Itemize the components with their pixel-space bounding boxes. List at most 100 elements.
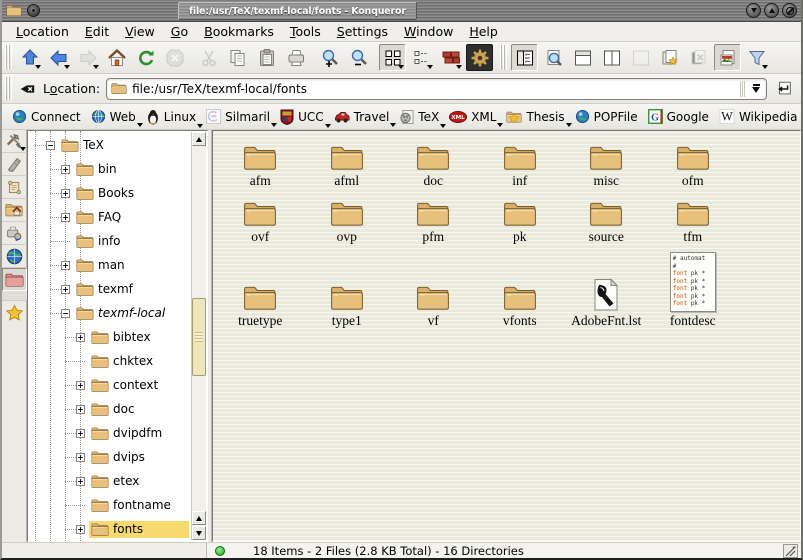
sidebar-tab-home[interactable]	[2, 199, 27, 222]
sidebar-tab-marker[interactable]	[2, 153, 27, 176]
menu-settings[interactable]: Settings	[329, 23, 396, 40]
expand-expander[interactable]: +	[61, 261, 70, 270]
file-item-afm[interactable]: afm	[217, 135, 304, 191]
brick-view-button[interactable]	[437, 44, 464, 71]
image-preview-button[interactable]	[714, 44, 741, 71]
tree-row-doc[interactable]: + doc	[28, 397, 207, 421]
file-item-vf[interactable]: vf	[390, 247, 477, 331]
home-button[interactable]	[103, 44, 130, 71]
menu-view[interactable]: View	[117, 23, 163, 40]
print-button[interactable]	[282, 44, 309, 71]
file-item-doc[interactable]: doc	[390, 135, 477, 191]
file-item-fontdesc[interactable]: # automat # font pk * font pk * font pk …	[650, 247, 737, 331]
title-bar[interactable]: file:/usr/TeX/texmf-local/fonts - Konque…	[2, 0, 801, 22]
file-item-tfm[interactable]: tfm	[650, 191, 737, 247]
extra-toolbar-drag-handle[interactable]	[500, 45, 507, 70]
reload-button[interactable]	[132, 44, 159, 71]
resize-grip[interactable]	[783, 544, 798, 558]
tree-row-fonts[interactable]: + fonts	[28, 517, 207, 541]
maximize-button[interactable]	[764, 3, 779, 18]
go-button[interactable]	[773, 78, 795, 100]
bookmark-tex[interactable]: TeX	[395, 107, 445, 127]
tree-row-texmf[interactable]: + texmf	[28, 277, 207, 301]
toolbar-drag-handle[interactable]	[5, 45, 12, 70]
gear-button[interactable]	[466, 44, 493, 71]
file-item-ovp[interactable]: ovp	[304, 191, 391, 247]
tree-row-bin[interactable]: + bin	[28, 157, 207, 181]
find-file-button[interactable]	[540, 44, 567, 71]
file-item-type1[interactable]: type1	[304, 247, 391, 331]
scroll-up-button[interactable]	[192, 132, 206, 146]
tree-row-faq[interactable]: + FAQ	[28, 205, 207, 229]
minimize-button[interactable]	[746, 3, 761, 18]
expand-expander[interactable]: +	[76, 453, 85, 462]
bookmark-xml[interactable]: XML XML	[445, 108, 502, 126]
tree-row-info[interactable]: info	[28, 229, 207, 253]
sidebar-tab-network[interactable]	[2, 245, 27, 268]
show-sidebar-button[interactable]	[511, 44, 538, 71]
file-item-pfm[interactable]: pfm	[390, 191, 477, 247]
expand-expander[interactable]: +	[76, 429, 85, 438]
location-dropdown-button[interactable]	[746, 79, 766, 99]
close-button[interactable]	[782, 3, 797, 18]
tree-row-etex[interactable]: + etex	[28, 469, 207, 493]
expand-expander[interactable]: +	[76, 381, 85, 390]
sidebar-tab-services[interactable]	[2, 222, 27, 245]
split-view-left-right-button[interactable]	[598, 44, 625, 71]
clear-location-button[interactable]	[16, 78, 38, 100]
bookmark-linux[interactable]: Linux	[142, 107, 202, 127]
expand-expander[interactable]: +	[61, 165, 70, 174]
file-item-pk[interactable]: pk	[477, 191, 564, 247]
zoom-in-button[interactable]	[316, 44, 343, 71]
icon-view-button[interactable]	[379, 44, 406, 71]
bookmark-popfile[interactable]: POPFile	[571, 107, 644, 126]
tree-row-bibtex[interactable]: + bibtex	[28, 325, 207, 349]
scrollbar-thumb[interactable]	[192, 298, 206, 376]
sidebar-tab-root-folder[interactable]	[2, 268, 27, 291]
expand-expander[interactable]: +	[76, 525, 85, 534]
expand-expander[interactable]: +	[61, 213, 70, 222]
location-input[interactable]: file:/usr/TeX/texmf-local/fonts	[106, 78, 767, 100]
zoom-out-button[interactable]	[345, 44, 372, 71]
file-item-vfonts[interactable]: vfonts	[477, 247, 564, 331]
expand-expander[interactable]: +	[76, 477, 85, 486]
sidebar-tab-bookmarks[interactable]	[2, 301, 27, 324]
collapse-expander[interactable]: −	[61, 309, 70, 318]
tree-row-fontname[interactable]: fontname	[28, 493, 207, 517]
menu-location[interactable]: Location	[8, 23, 77, 40]
scroll-down-button[interactable]	[192, 526, 206, 540]
expand-expander[interactable]: +	[76, 405, 85, 414]
new-tab-button[interactable]	[656, 44, 683, 71]
bookmark-silmaril[interactable]: Silmaril	[202, 107, 276, 126]
expand-expander[interactable]: +	[61, 189, 70, 198]
bookmark-ucc[interactable]: UCC	[276, 107, 330, 127]
file-item-truetype[interactable]: truetype	[217, 247, 304, 331]
bookmark-connect[interactable]: Connect	[8, 107, 87, 126]
file-item-afml[interactable]: afml	[304, 135, 391, 191]
up-button[interactable]	[16, 44, 43, 71]
location-toolbar-drag-handle[interactable]	[5, 77, 12, 100]
back-button[interactable]	[45, 44, 72, 71]
tree-row-texmf-local[interactable]: − texmf-local	[28, 301, 207, 325]
menu-edit[interactable]: Edit	[77, 23, 117, 40]
multicolumn-view-button[interactable]	[408, 44, 435, 71]
file-icon-view[interactable]: afm afml doc inf misc ofm ovf ovp pfm pk…	[212, 130, 801, 542]
menu-go[interactable]: Go	[163, 23, 196, 40]
filter-button[interactable]	[743, 44, 770, 71]
expand-expander[interactable]: +	[76, 333, 85, 342]
bookmark-google[interactable]: G Google	[644, 107, 715, 126]
tree-row-dvipdfm[interactable]: + dvipdfm	[28, 421, 207, 445]
tree-row-books[interactable]: + Books	[28, 181, 207, 205]
file-item-source[interactable]: source	[563, 191, 650, 247]
scroll-up-button-2[interactable]	[192, 511, 206, 525]
location-value[interactable]: file:/usr/TeX/texmf-local/fonts	[132, 82, 307, 96]
tree-row-man[interactable]: + man	[28, 253, 207, 277]
selected-tree-item[interactable]: fonts	[89, 521, 189, 538]
menu-bookmarks[interactable]: Bookmarks	[196, 23, 282, 40]
file-item-ofm[interactable]: ofm	[650, 135, 737, 191]
split-view-top-bottom-button[interactable]	[569, 44, 596, 71]
tree-row-tex[interactable]: − TeX	[28, 133, 207, 157]
bookmark-travel[interactable]: Travel	[330, 108, 396, 126]
tree-row-chktex[interactable]: chktex	[28, 349, 207, 373]
bookmark-thesis[interactable]: Thesis	[502, 108, 570, 126]
